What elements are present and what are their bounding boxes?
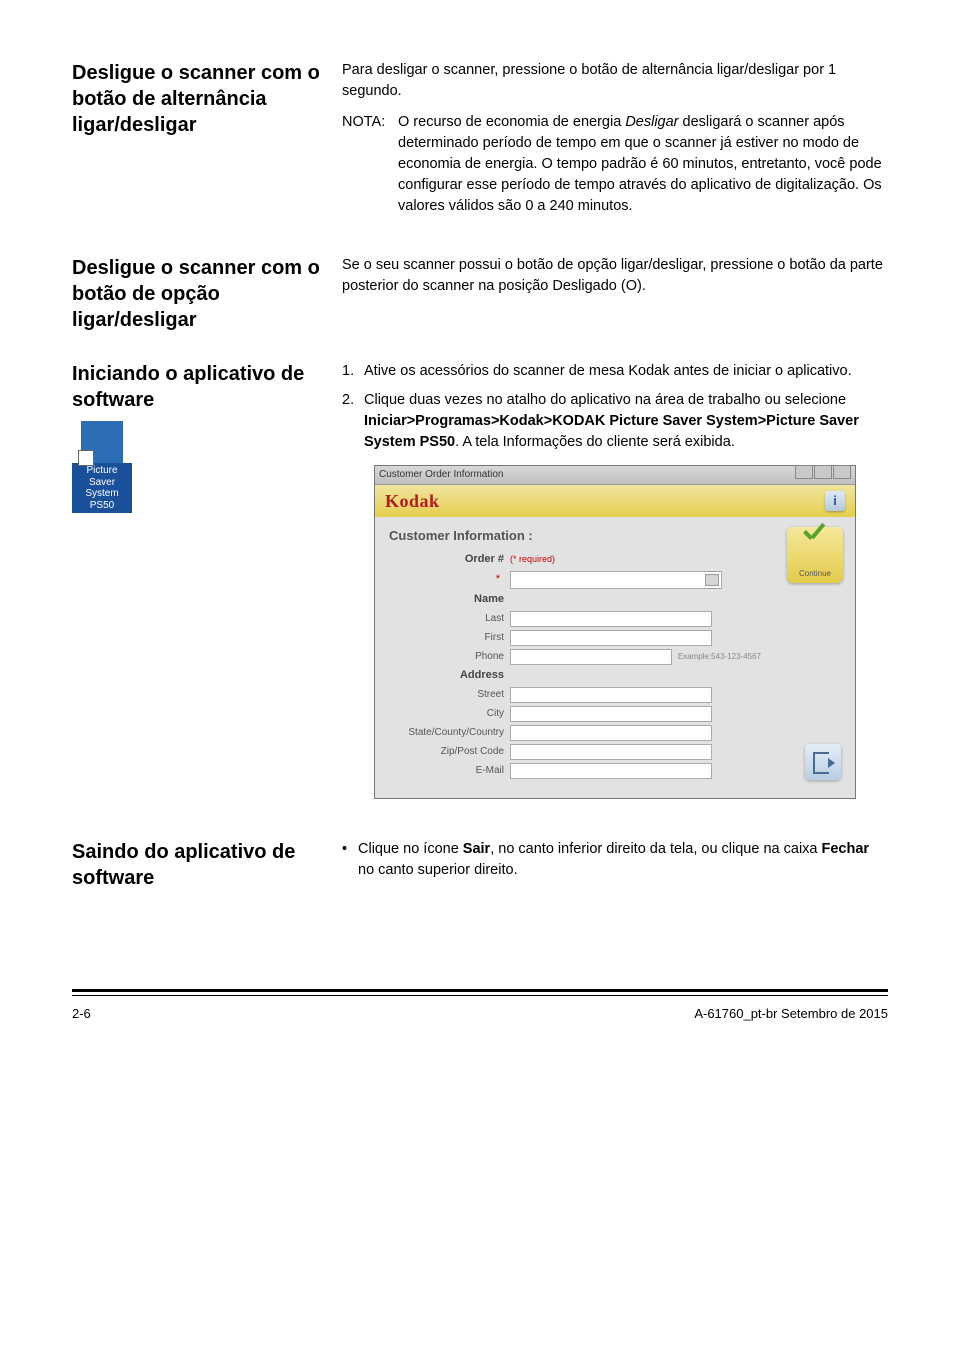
s2-p1: Se o seu scanner possui o botão de opção… (342, 255, 888, 297)
required-star: * (496, 573, 504, 585)
label-region: State/County/Country (389, 726, 510, 741)
s4-prefix: Clique no ícone (358, 841, 463, 857)
list-num-2: 2. (342, 390, 364, 453)
s4-mid: , no canto inferior direito da tela, ou … (490, 841, 821, 857)
label-address: Address (389, 668, 510, 684)
street-input[interactable] (510, 687, 712, 703)
order-select[interactable] (510, 571, 722, 589)
s4-bullet: Clique no ícone Sair, no canto inferior … (358, 839, 888, 881)
info-icon[interactable]: i (825, 491, 845, 511)
first-input[interactable] (510, 630, 712, 646)
region-input[interactable] (510, 725, 712, 741)
s4-b2: Fechar (822, 841, 870, 857)
note-label: NOTA: (342, 112, 398, 133)
dialog-window: Customer Order Information Kodak i Custo… (374, 465, 856, 799)
s4-suffix: no canto superior direito. (358, 862, 518, 878)
email-input[interactable] (510, 763, 712, 779)
s3-l1: Ative os acessórios do scanner de mesa K… (364, 361, 888, 382)
close-icon[interactable] (833, 465, 851, 479)
desktop-shortcut-icon: Picture Saver System PS50 (72, 421, 132, 513)
phone-example: Example:543-123-4567 (672, 651, 761, 663)
dialog-title: Customer Order Information (379, 468, 504, 483)
heading-s2: Desligue o scanner com o botão de opção … (72, 255, 322, 333)
continue-button[interactable]: Continue (787, 527, 843, 583)
min-icon[interactable] (795, 465, 813, 479)
label-name: Name (389, 592, 510, 608)
check-icon (801, 527, 829, 545)
label-first: First (389, 631, 510, 646)
heading-s3: Iniciando o aplicativo de software (72, 361, 322, 413)
window-controls[interactable] (794, 465, 851, 485)
city-input[interactable] (510, 706, 712, 722)
footer-rule (72, 989, 888, 996)
form-section-title: Customer Information : (389, 527, 761, 546)
label-street: Street (389, 688, 510, 703)
note-prefix: O recurso de economia de energia (398, 114, 625, 130)
heading-s1: Desligue o scanner com o botão de altern… (72, 60, 322, 138)
brand-logo: Kodak (385, 488, 440, 514)
label-phone: Phone (389, 650, 510, 665)
page-number: 2-6 (72, 1006, 91, 1021)
max-icon[interactable] (814, 465, 832, 479)
s3-l2-prefix: Clique duas vezes no atalho do aplicativ… (364, 392, 846, 408)
bullet-dot: • (342, 839, 358, 881)
exit-button[interactable] (805, 744, 841, 780)
continue-label: Continue (787, 568, 843, 580)
label-zip: Zip/Post Code (389, 745, 510, 760)
s4-b1: Sair (463, 841, 490, 857)
label-order: Order # (389, 552, 510, 568)
note-italic: Desligar (625, 114, 678, 130)
label-email: E-Mail (389, 764, 510, 779)
required-text: (* required) (510, 553, 555, 566)
list-num-1: 1. (342, 361, 364, 382)
last-input[interactable] (510, 611, 712, 627)
note-body: O recurso de economia de energia Desliga… (398, 112, 888, 217)
desktop-shortcut-label: Picture Saver System PS50 (72, 463, 132, 513)
s3-l2-suffix: . A tela Informações do cliente será exi… (455, 434, 735, 450)
doc-id: A-61760_pt-br Setembro de 2015 (694, 1006, 888, 1021)
s3-l2: Clique duas vezes no atalho do aplicativ… (364, 390, 888, 453)
zip-input[interactable] (510, 744, 712, 760)
label-last: Last (389, 612, 510, 627)
s1-p1: Para desligar o scanner, pressione o bot… (342, 60, 888, 102)
heading-s4: Saindo do aplicativo de software (72, 839, 322, 891)
label-city: City (389, 707, 510, 722)
phone-input[interactable] (510, 649, 672, 665)
